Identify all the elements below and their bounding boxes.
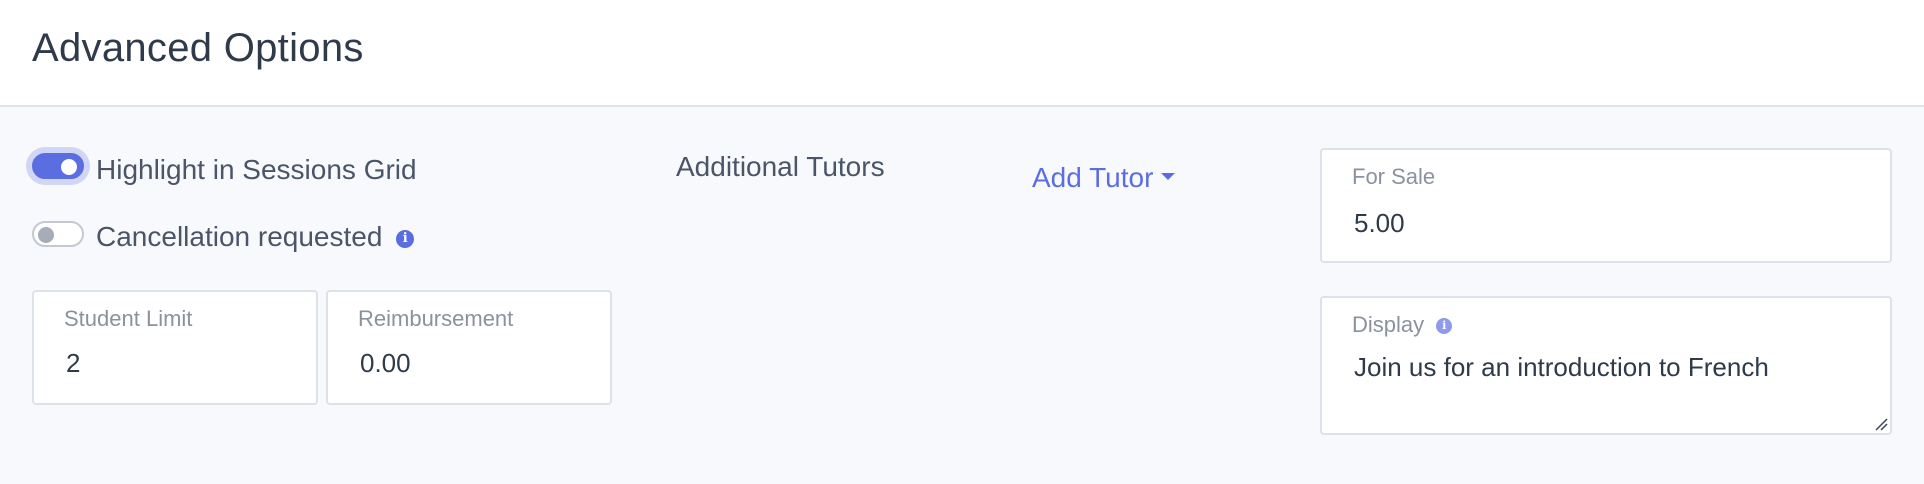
- display-field[interactable]: Display i Join us for an introduction to…: [1320, 296, 1892, 435]
- caret-down-icon: [1161, 173, 1176, 181]
- additional-tutors-heading: Additional Tutors: [676, 151, 885, 182]
- reimbursement-label: Reimbursement: [358, 306, 514, 331]
- highlight-label: Highlight in Sessions Grid: [96, 154, 417, 185]
- reimbursement-field[interactable]: Reimbursement 0.00: [326, 290, 612, 405]
- for-sale-label: For Sale: [1352, 164, 1436, 189]
- display-textarea[interactable]: Join us for an introduction to French: [1354, 352, 1769, 383]
- student-limit-value[interactable]: 2: [66, 348, 80, 379]
- display-label-row: Display i: [1352, 312, 1453, 338]
- display-label: Display: [1352, 312, 1425, 337]
- page-title: Advanced Options: [32, 26, 364, 70]
- reimbursement-value[interactable]: 0.00: [360, 348, 411, 379]
- add-tutor-button[interactable]: Add Tutor: [1032, 162, 1176, 194]
- for-sale-value[interactable]: 5.00: [1354, 208, 1405, 239]
- toggle-knob: [61, 159, 77, 175]
- cancellation-label: Cancellation requested: [96, 221, 383, 252]
- header-bar: Advanced Options: [0, 0, 1924, 107]
- info-icon[interactable]: i: [396, 229, 415, 248]
- resize-grip-icon[interactable]: [1874, 417, 1888, 431]
- cancellation-toggle[interactable]: [32, 221, 84, 247]
- for-sale-field[interactable]: For Sale 5.00: [1320, 148, 1892, 263]
- toggle-knob: [38, 227, 54, 243]
- highlight-toggle[interactable]: [32, 153, 84, 179]
- cancellation-label-row: Cancellation requested i: [96, 221, 415, 253]
- student-limit-label: Student Limit: [64, 306, 193, 331]
- info-icon[interactable]: i: [1436, 318, 1453, 335]
- add-tutor-label: Add Tutor: [1032, 162, 1154, 193]
- student-limit-field[interactable]: Student Limit 2: [32, 290, 318, 405]
